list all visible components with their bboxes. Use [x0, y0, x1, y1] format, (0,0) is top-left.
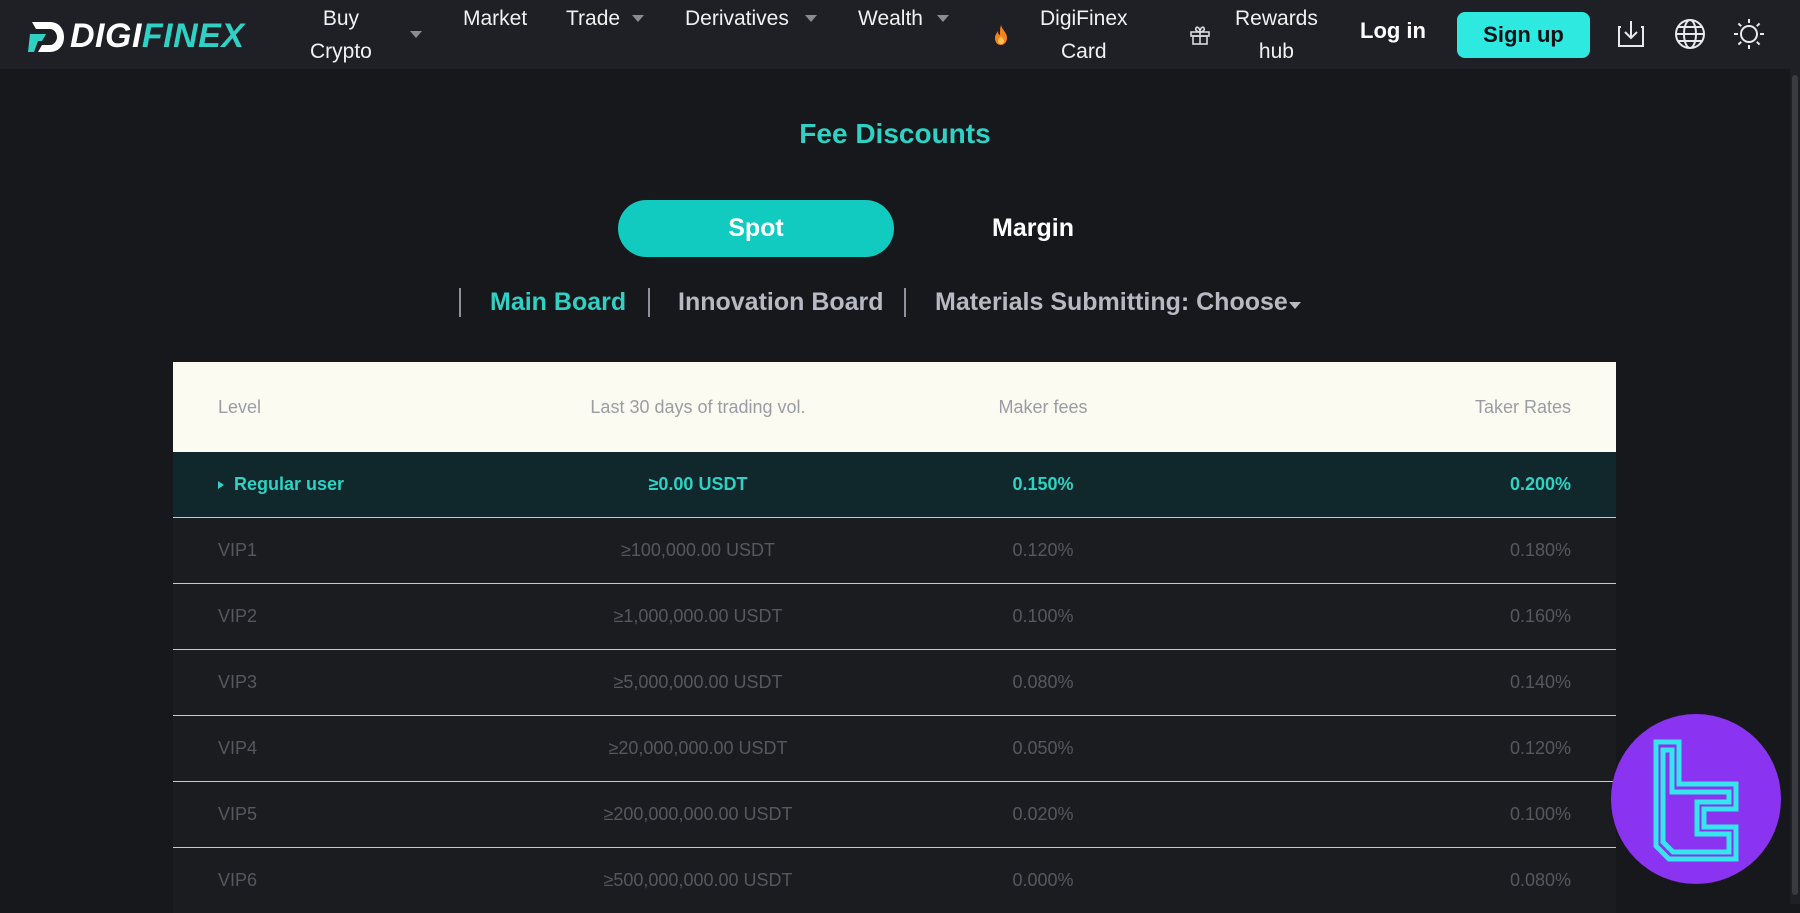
subtab-main-board[interactable]: Main Board	[490, 288, 626, 317]
row-level-cell: Regular user	[173, 474, 503, 495]
taker-cell: 0.100%	[1509, 804, 1571, 824]
toggle-margin[interactable]: Margin	[958, 200, 1108, 257]
level-cell: VIP6	[218, 870, 258, 890]
volume-cell: ≥200,000,000.00 USDT	[603, 804, 793, 824]
signup-button[interactable]: Sign up	[1457, 12, 1590, 58]
derivatives-chevron-icon	[805, 15, 817, 22]
level-cell: VIP4	[218, 738, 258, 758]
materials-submitting-dropdown[interactable]: Materials Submitting: Choose	[935, 288, 1288, 317]
taker-cell: 0.180%	[1509, 540, 1571, 560]
table-row[interactable]: VIP2 ≥1,000,000.00 USDT 0.100% 0.160%	[173, 584, 1616, 650]
logo-mark-icon	[28, 21, 64, 52]
table-row[interactable]: VIP3 ≥5,000,000.00 USDT 0.080% 0.140%	[173, 650, 1616, 716]
maker-cell: 0.100%	[1012, 606, 1074, 626]
nav-derivatives[interactable]: Derivatives	[685, 2, 789, 35]
nav-market[interactable]: Market	[463, 2, 527, 35]
subtab-divider	[904, 288, 906, 317]
subtab-innovation-board[interactable]: Innovation Board	[678, 288, 884, 317]
subtab-divider	[459, 288, 461, 317]
watermark-mark-icon	[1653, 739, 1739, 862]
level-cell: VIP2	[218, 606, 258, 626]
header-maker: Maker fees	[998, 396, 1088, 417]
login-link[interactable]: Log in	[1360, 18, 1426, 44]
download-icon[interactable]	[1614, 17, 1648, 51]
digifinex-logo[interactable]: DIGIFINEX	[28, 17, 245, 56]
volume-cell: ≥0.00 USDT	[648, 474, 748, 494]
nav-rewards-hub[interactable]: Rewards hub	[1235, 2, 1318, 68]
trade-chevron-icon	[632, 15, 644, 22]
volume-cell: ≥1,000,000.00 USDT	[613, 606, 783, 626]
header-volume: Last 30 days of trading vol.	[590, 396, 806, 417]
maker-cell: 0.000%	[1012, 870, 1074, 890]
level-cell: VIP5	[218, 804, 258, 824]
caret-right-icon	[218, 481, 224, 490]
maker-cell: 0.050%	[1012, 738, 1074, 758]
table-row[interactable]: VIP6 ≥500,000,000.00 USDT 0.000% 0.080%	[173, 848, 1616, 913]
volume-cell: ≥100,000.00 USDT	[621, 540, 775, 560]
header-level: Level	[218, 396, 262, 417]
maker-cell: 0.120%	[1012, 540, 1074, 560]
subtab-divider	[648, 288, 650, 317]
table-row[interactable]: VIP5 ≥200,000,000.00 USDT 0.020% 0.100%	[173, 782, 1616, 848]
level-cell: Regular user	[234, 474, 345, 494]
taker-cell: 0.120%	[1509, 738, 1571, 758]
taker-cell: 0.140%	[1509, 672, 1571, 692]
volume-cell: ≥20,000,000.00 USDT	[608, 738, 788, 758]
header-taker: Taker Rates	[1474, 396, 1571, 417]
level-cell: VIP3	[218, 672, 258, 692]
maker-cell: 0.020%	[1012, 804, 1074, 824]
globe-icon[interactable]	[1673, 17, 1707, 51]
maker-cell: 0.080%	[1012, 672, 1074, 692]
gift-icon	[1190, 26, 1210, 45]
page-title: Fee Discounts	[799, 118, 991, 149]
volume-cell: ≥5,000,000.00 USDT	[613, 672, 783, 692]
table-header: Level Last 30 days of trading vol. Maker…	[173, 362, 1616, 452]
materials-chevron-down-icon[interactable]	[1289, 302, 1301, 309]
buy-crypto-chevron-icon	[410, 31, 422, 38]
taker-cell: 0.160%	[1509, 606, 1571, 626]
taker-cell: 0.200%	[1509, 474, 1571, 494]
nav-trade[interactable]: Trade	[566, 2, 620, 35]
nav-digifinex-card[interactable]: DigiFinex Card	[1040, 2, 1128, 68]
top-navbar: DIGIFINEX Buy Crypto Market Trade Derivat…	[0, 0, 1800, 69]
nav-buy-crypto[interactable]: Buy Crypto	[310, 2, 372, 68]
nav-wealth[interactable]: Wealth	[858, 2, 923, 35]
logo-text: DIGIFINEX	[70, 17, 245, 55]
table-row[interactable]: VIP1 ≥100,000.00 USDT 0.120% 0.180%	[173, 518, 1616, 584]
fire-icon	[995, 25, 1007, 45]
table-row[interactable]: Regular user ≥0.00 USDT 0.150% 0.200%	[173, 452, 1616, 518]
fee-table: Level Last 30 days of trading vol. Maker…	[173, 362, 1616, 913]
wealth-chevron-icon	[937, 15, 949, 22]
taker-cell: 0.080%	[1509, 870, 1571, 890]
level-cell: VIP1	[218, 540, 258, 560]
scrollbar-thumb[interactable]	[1792, 75, 1798, 895]
toggle-spot[interactable]: Spot	[618, 200, 894, 257]
volume-cell: ≥500,000,000.00 USDT	[603, 870, 793, 890]
sun-icon[interactable]	[1732, 17, 1766, 51]
table-row[interactable]: VIP4 ≥20,000,000.00 USDT 0.050% 0.120%	[173, 716, 1616, 782]
watermark-logo	[1611, 714, 1781, 884]
maker-cell: 0.150%	[1012, 474, 1074, 494]
